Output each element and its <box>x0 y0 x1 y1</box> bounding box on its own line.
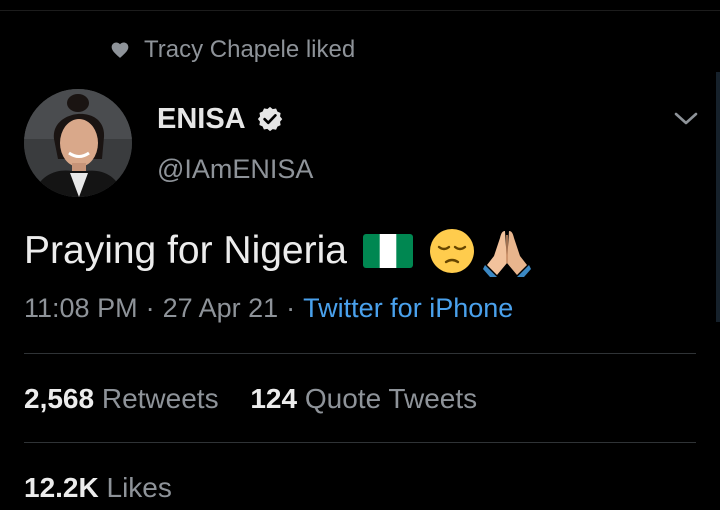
retweets-label: Retweets <box>101 383 219 414</box>
divider <box>24 353 696 354</box>
display-name[interactable]: ENISA <box>157 101 246 137</box>
author-name-row[interactable]: ENISA <box>157 101 284 137</box>
retweets-count: 2,568 <box>24 383 95 414</box>
social-context-text: Tracy Chapele liked <box>144 36 356 63</box>
avatar-photo <box>24 89 132 197</box>
tweet-body: Praying for Nigeria <box>24 224 533 278</box>
likes-stat[interactable]: 12.2K Likes <box>24 468 172 508</box>
tweet-time[interactable]: 11:08 PM <box>24 293 138 323</box>
tweet-date[interactable]: 27 Apr 21 <box>163 293 279 323</box>
engagement-stats: 2,568 Retweets 124 Quote Tweets <box>24 379 477 419</box>
chevron-down-icon <box>674 112 698 125</box>
tweet-meta: 11:08 PM · 27 Apr 21 · Twitter for iPhone <box>24 289 513 327</box>
tweet-source-link[interactable]: Twitter for iPhone <box>303 293 513 323</box>
nigeria-flag-icon <box>362 234 413 268</box>
quote-tweets-stat[interactable]: 124 Quote Tweets <box>250 379 477 419</box>
user-handle[interactable]: @IAmENISA <box>157 152 313 186</box>
top-divider <box>0 10 720 11</box>
tweet-text: Praying for Nigeria <box>24 229 347 272</box>
retweets-stat[interactable]: 2,568 Retweets <box>24 379 219 419</box>
likes-count: 12.2K <box>24 472 99 503</box>
divider <box>24 442 696 443</box>
pensive-face-icon <box>429 229 474 273</box>
folded-hands-icon <box>482 231 531 277</box>
quote-tweets-label: Quote Tweets <box>304 383 478 414</box>
heart-icon <box>111 42 129 58</box>
quote-tweets-count: 124 <box>250 383 298 414</box>
likes-label: Likes <box>106 472 172 503</box>
meta-separator: · <box>145 293 155 323</box>
avatar[interactable] <box>24 89 132 197</box>
social-context[interactable]: Tracy Chapele liked <box>110 36 355 64</box>
verified-badge-icon <box>257 106 282 132</box>
meta-separator: · <box>286 293 296 323</box>
more-options-button[interactable] <box>670 103 702 135</box>
scroll-indicator <box>716 72 720 322</box>
